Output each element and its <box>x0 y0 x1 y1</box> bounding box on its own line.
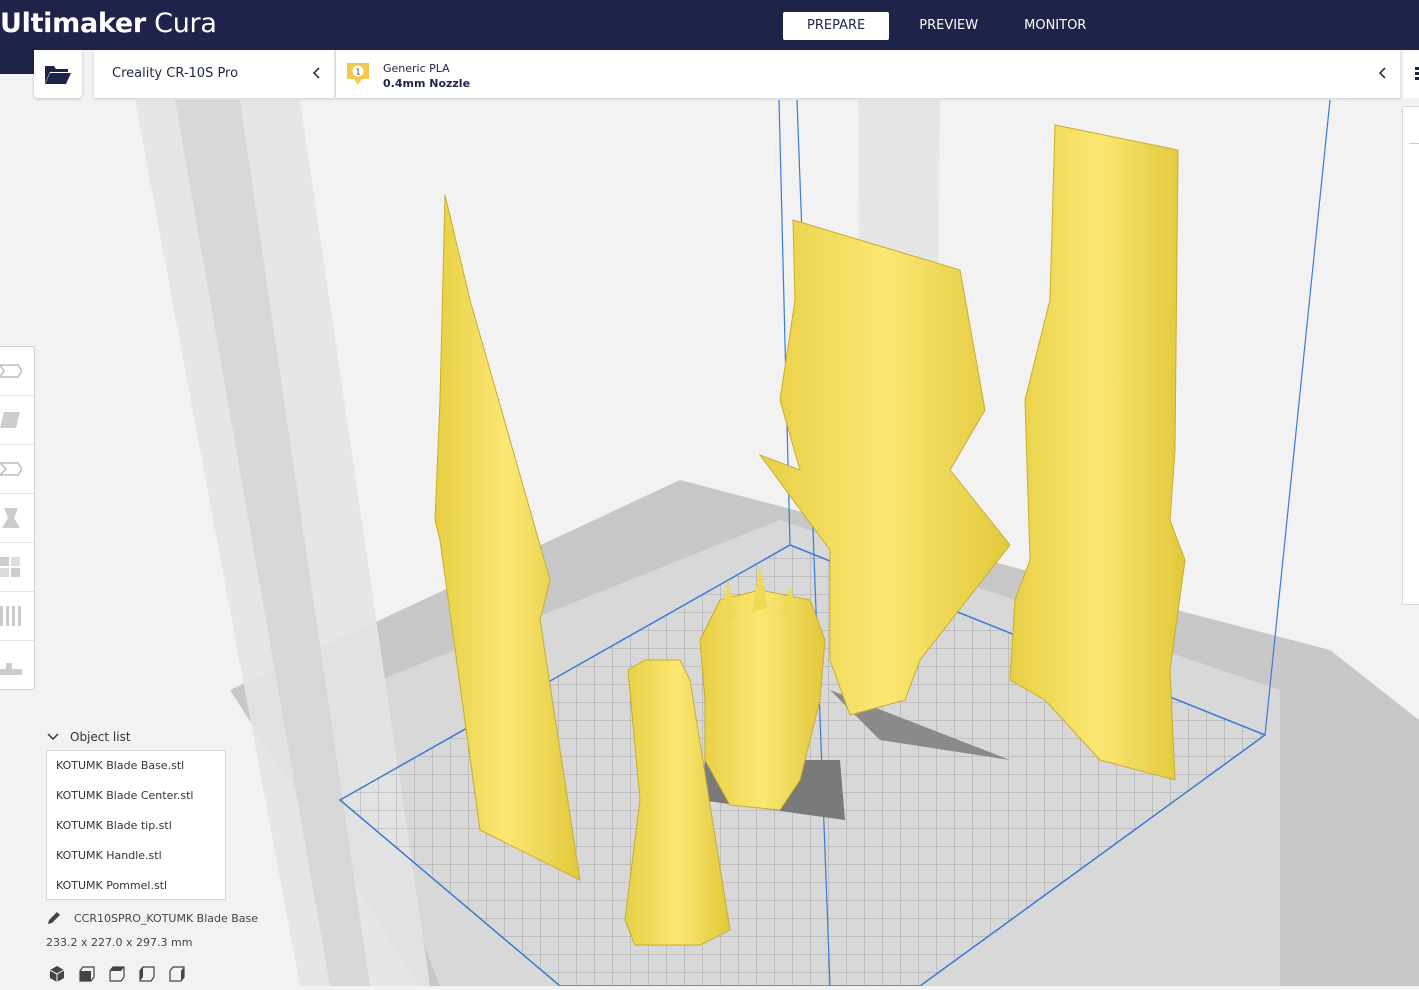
support-blocker-button[interactable] <box>0 592 34 641</box>
right-view-button[interactable] <box>168 965 198 985</box>
list-icon <box>1415 67 1419 80</box>
per-model-settings-button[interactable] <box>0 543 34 592</box>
material-name: Generic PLA <box>383 62 450 75</box>
tab-prepare[interactable]: PREPARE <box>783 12 890 40</box>
open-file-button[interactable] <box>34 50 82 98</box>
front-view-button[interactable] <box>78 965 108 985</box>
rotate-tool-button[interactable] <box>0 445 34 494</box>
cube-left-icon <box>139 966 155 982</box>
support-blocker-icon <box>0 606 21 626</box>
scale-icon <box>0 412 20 428</box>
list-item[interactable]: KOTUMK Handle.stl <box>47 841 225 871</box>
list-item[interactable]: KOTUMK Pommel.stl <box>47 871 225 901</box>
move-icon <box>0 364 22 378</box>
header-bar: Ultimaker Cura PREPARE PREVIEW MONITOR <box>0 0 1419 50</box>
job-name: CCR10SPRO_KOTUMK Blade Base <box>74 911 259 925</box>
per-model-settings-icon <box>0 557 20 577</box>
cube-top-icon <box>109 966 125 982</box>
custom-supports-button[interactable] <box>0 641 34 689</box>
extruder-badge-icon: 1 <box>347 63 369 85</box>
top-view-button[interactable] <box>108 965 138 985</box>
svg-text:1: 1 <box>355 68 360 77</box>
stairs-icon <box>0 663 22 675</box>
move-tool-button[interactable] <box>0 347 34 396</box>
pencil-icon[interactable] <box>46 910 62 926</box>
cube-front-icon <box>79 966 95 982</box>
tab-monitor[interactable]: MONITOR <box>1008 12 1102 40</box>
settings-toggle-button[interactable] <box>1403 50 1419 98</box>
printer-name: Creality CR-10S Pro <box>112 66 239 81</box>
nozzle-size: 0.4mm Nozzle <box>383 77 471 90</box>
folder-open-icon <box>45 66 71 84</box>
list-item[interactable]: KOTUMK Blade Base.stl <box>47 751 225 781</box>
app-logo: Ultimaker Cura <box>0 8 217 39</box>
stage-tabs: PREPARE PREVIEW MONITOR <box>783 12 1102 40</box>
chevron-left-icon <box>312 67 320 79</box>
list-item[interactable]: KOTUMK Blade tip.stl <box>47 811 225 841</box>
chevron-down-icon <box>47 733 59 741</box>
3d-view-button[interactable] <box>48 965 78 985</box>
tool-bar <box>0 346 35 690</box>
view-orientation-buttons <box>48 965 198 985</box>
object-list-toggle[interactable]: Object list <box>46 730 131 744</box>
model-dimensions: 233.2 x 227.0 x 297.3 mm <box>46 936 193 949</box>
tab-preview[interactable]: PREVIEW <box>903 12 994 40</box>
object-list: KOTUMK Blade Base.stl KOTUMK Blade Cente… <box>46 750 226 900</box>
header-extension <box>0 50 34 74</box>
left-view-button[interactable] <box>138 965 168 985</box>
list-item[interactable]: KOTUMK Blade Center.stl <box>47 781 225 811</box>
object-list-header: Object list <box>70 730 131 744</box>
job-name-row: CCR10SPRO_KOTUMK Blade Base <box>46 910 258 926</box>
settings-panel-header <box>1409 107 1419 144</box>
scale-tool-button[interactable] <box>0 396 34 445</box>
print-settings-panel[interactable] <box>1402 106 1419 605</box>
print-settings-selector[interactable]: 1 Generic PLA 0.4mm Nozzle <box>336 50 1400 98</box>
printer-selector[interactable]: Creality CR-10S Pro <box>94 50 334 98</box>
mirror-icon <box>2 508 20 528</box>
mirror-tool-button[interactable] <box>0 494 34 543</box>
cube-3d-icon <box>49 966 65 982</box>
cube-right-icon <box>169 966 185 982</box>
chevron-left-icon <box>1378 67 1386 79</box>
rotate-icon <box>0 462 22 476</box>
